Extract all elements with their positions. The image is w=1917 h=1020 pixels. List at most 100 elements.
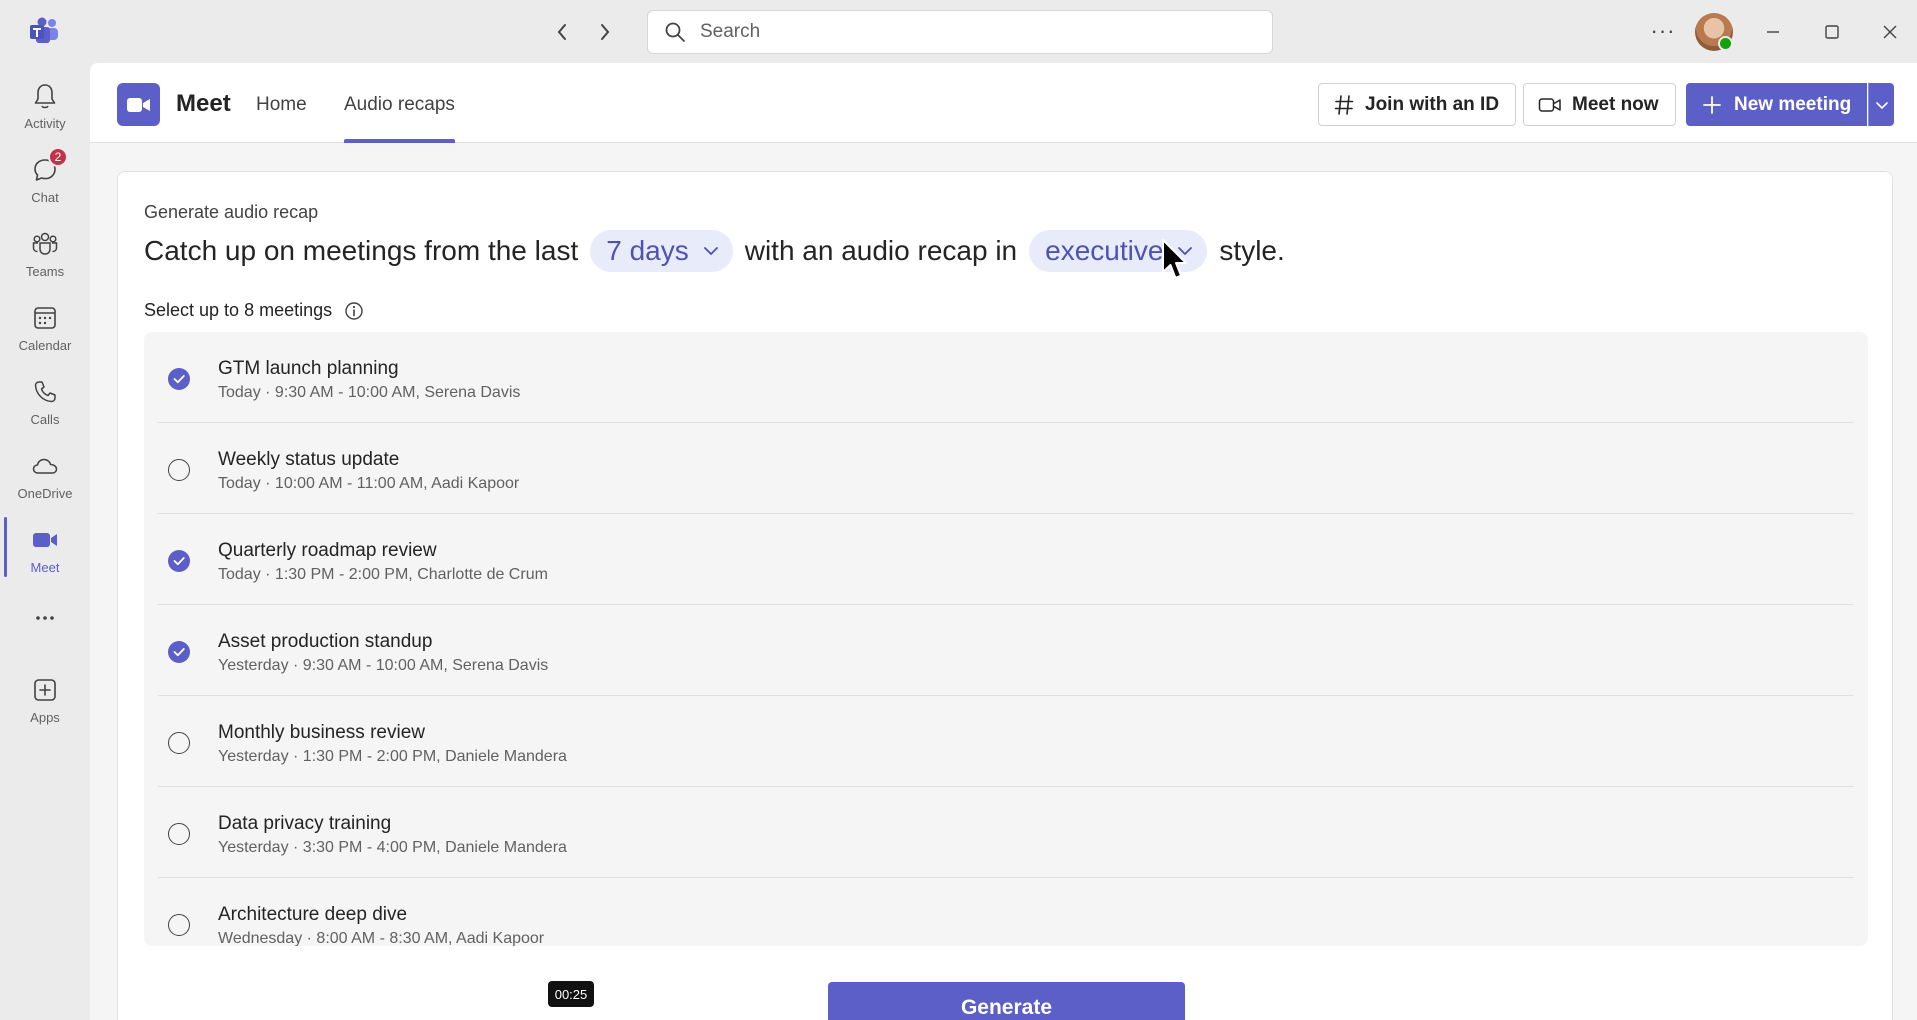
meeting-details: Today · 10:00 AM - 11:00 AM, Aadi Kapoor <box>218 475 520 492</box>
join-with-id-label: Join with an ID <box>1365 93 1500 115</box>
rail-item-calendar[interactable]: Calendar <box>0 293 90 367</box>
meeting-row[interactable]: Data privacy training Yesterday · 3:30 P… <box>158 787 1854 878</box>
meeting-details: Yesterday · 9:30 AM - 10:00 AM, Serena D… <box>218 657 549 674</box>
period-value: 7 days <box>606 235 689 266</box>
meeting-details: Today · 9:30 AM - 10:00 AM, Serena Davis <box>218 384 521 401</box>
meet-app-icon <box>117 83 160 126</box>
title-bar: ··· <box>0 0 1917 63</box>
chat-unread-badge: 2 <box>48 147 68 167</box>
rail-label-calendar: Calendar <box>18 338 72 353</box>
checkbox-checked-icon[interactable] <box>168 641 190 663</box>
meeting-row[interactable]: Asset production standup Yesterday · 9:3… <box>158 605 1854 696</box>
meeting-title: Asset production standup <box>218 631 433 652</box>
teams-logo-icon[interactable] <box>28 17 60 45</box>
rail-label-teams: Teams <box>25 264 65 279</box>
search-box[interactable] <box>647 10 1273 54</box>
tab-audio-recaps[interactable]: Audio recaps <box>344 94 455 116</box>
card-title: Generate audio recap <box>144 202 319 222</box>
meeting-details: Wednesday · 8:00 AM - 8:30 AM, Aadi Kapo… <box>218 930 545 946</box>
rail-item-more[interactable] <box>0 593 90 633</box>
rail-label-activity: Activity <box>24 116 66 131</box>
audio-recap-card: Generate audio recap Catch up on meeting… <box>117 171 1893 1020</box>
rail-label-onedrive: OneDrive <box>17 486 73 501</box>
bell-icon <box>34 84 56 109</box>
search-input[interactable] <box>700 21 1240 43</box>
new-meeting-button[interactable]: New meeting <box>1686 83 1868 126</box>
mouse-cursor-icon <box>1162 239 1187 279</box>
meeting-title: Architecture deep dive <box>218 904 408 925</box>
select-label-text: Select up to 8 meetings <box>144 300 333 320</box>
more-icon <box>36 616 54 620</box>
checkbox-unchecked-icon[interactable] <box>168 914 190 936</box>
rail-label-apps: Apps <box>30 710 60 725</box>
cloud-icon <box>32 458 58 474</box>
checkbox-unchecked-icon[interactable] <box>168 459 190 481</box>
checkbox-unchecked-icon[interactable] <box>168 823 190 845</box>
presence-available-icon <box>1718 36 1733 51</box>
meet-now-label: Meet now <box>1572 93 1659 115</box>
join-with-id-button[interactable]: Join with an ID <box>1318 83 1517 126</box>
video-icon <box>33 533 57 547</box>
close-icon[interactable] <box>1875 17 1905 47</box>
active-tab-indicator <box>344 139 455 143</box>
sentence-middle: with an audio recap in <box>744 235 1018 266</box>
chevron-down-icon <box>1875 101 1888 109</box>
sentence-suffix: style. <box>1219 235 1285 266</box>
rail-item-chat[interactable]: 2 Chat <box>0 145 90 219</box>
forward-arrow-icon[interactable] <box>590 17 620 47</box>
generate-button[interactable]: Generate <box>828 982 1185 1020</box>
meeting-title: Data privacy training <box>218 813 392 834</box>
rail-label-meet: Meet <box>30 560 60 575</box>
chevron-down-icon <box>703 247 718 256</box>
meeting-row[interactable]: Quarterly roadmap review Today · 1:30 PM… <box>158 514 1854 605</box>
calendar-icon <box>34 307 56 329</box>
sentence-prefix: Catch up on meetings from the last <box>144 235 579 266</box>
rail-item-meet[interactable]: Meet <box>0 515 90 589</box>
hashtag-icon <box>1334 94 1354 115</box>
info-icon[interactable] <box>344 301 364 321</box>
main-content: Meet Home Audio recaps Join with an ID M… <box>90 63 1917 1020</box>
meeting-row[interactable]: Weekly status update Today · 10:00 AM - … <box>158 423 1854 514</box>
rail-item-onedrive[interactable]: OneDrive <box>0 441 90 515</box>
meeting-row[interactable]: Architecture deep dive Wednesday · 8:00 … <box>158 878 1854 946</box>
add-app-icon <box>34 679 56 701</box>
rail-item-teams[interactable]: Teams <box>0 219 90 293</box>
recap-sentence: Catch up on meetings from the last 7 day… <box>144 230 1285 272</box>
search-icon <box>665 22 685 42</box>
meetings-list: GTM launch planning Today · 9:30 AM - 10… <box>144 332 1868 946</box>
rail-item-apps[interactable]: Apps <box>0 665 90 739</box>
minimize-icon[interactable] <box>1758 17 1788 47</box>
new-meeting-label: New meeting <box>1734 93 1852 115</box>
phone-icon <box>34 381 56 403</box>
rail-item-activity[interactable]: Activity <box>0 71 90 145</box>
meeting-title: GTM launch planning <box>218 358 399 379</box>
plus-icon <box>1703 95 1721 114</box>
rail-label-calls: Calls <box>30 412 60 427</box>
meeting-title: Weekly status update <box>218 449 400 470</box>
rail-label-chat: Chat <box>31 190 59 205</box>
checkbox-unchecked-icon[interactable] <box>168 732 190 754</box>
tab-home[interactable]: Home <box>256 94 307 116</box>
recording-timer: 00:25 <box>548 981 594 1007</box>
period-dropdown[interactable]: 7 days <box>590 230 733 272</box>
maximize-icon[interactable] <box>1817 17 1847 47</box>
meeting-title: Monthly business review <box>218 722 425 743</box>
meeting-title: Quarterly roadmap review <box>218 540 437 561</box>
checkbox-checked-icon[interactable] <box>168 368 190 390</box>
select-meetings-label: Select up to 8 meetings <box>144 300 364 321</box>
rail-item-calls[interactable]: Calls <box>0 367 90 441</box>
meeting-row[interactable]: GTM launch planning Today · 9:30 AM - 10… <box>158 332 1854 423</box>
video-camera-icon <box>1538 97 1561 112</box>
teams-icon <box>32 232 58 255</box>
new-meeting-dropdown-button[interactable] <box>1868 83 1894 126</box>
checkbox-checked-icon[interactable] <box>168 550 190 572</box>
meeting-row[interactable]: Monthly business review Yesterday · 1:30… <box>158 696 1854 787</box>
meeting-details: Yesterday · 3:30 PM - 4:00 PM, Daniele M… <box>218 839 567 856</box>
app-rail: Activity 2 Chat Teams Calendar Calls One… <box>0 63 90 1020</box>
meeting-details: Today · 1:30 PM - 2:00 PM, Charlotte de … <box>218 566 548 583</box>
style-value: executive <box>1045 235 1164 266</box>
meet-now-button[interactable]: Meet now <box>1523 83 1676 126</box>
back-arrow-icon[interactable] <box>547 17 577 47</box>
more-options-icon[interactable]: ··· <box>1648 18 1678 43</box>
meeting-details: Yesterday · 1:30 PM - 2:00 PM, Daniele M… <box>218 748 567 765</box>
